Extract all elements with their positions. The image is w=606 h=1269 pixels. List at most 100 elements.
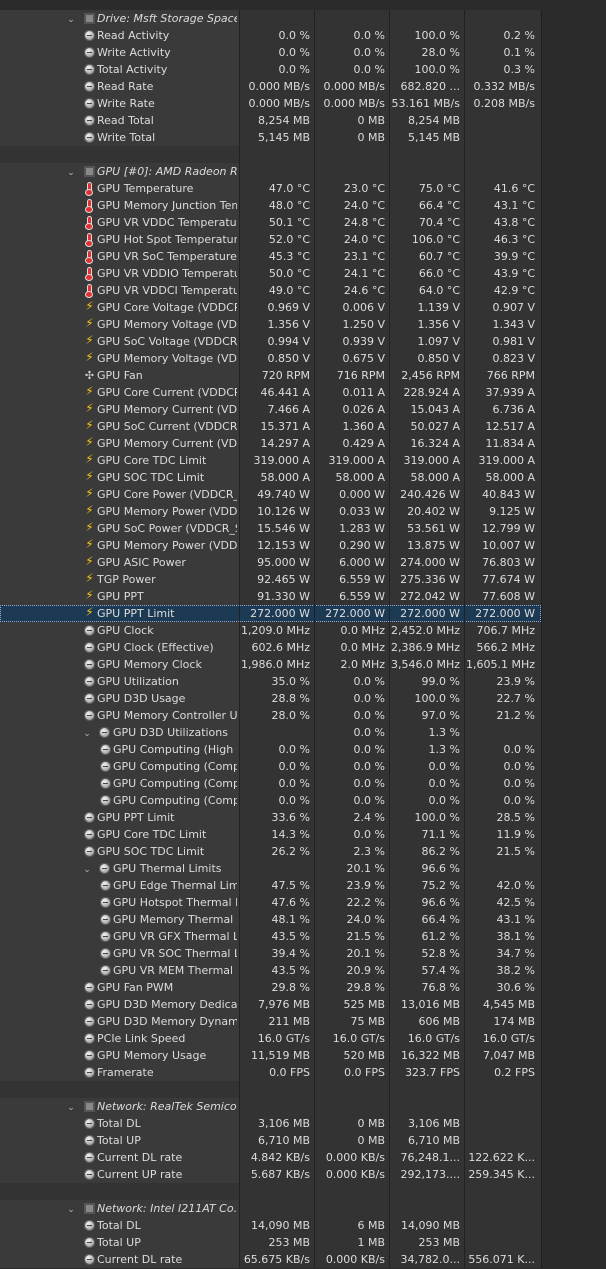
table-row[interactable]: ⚡GPU SoC Voltage (VDDCR_... 0.994 V 0.939 …: [0, 333, 606, 350]
table-row[interactable]: GPU VR SOC Thermal Li... 39.4 % 20.1 % 52.8…: [0, 945, 606, 962]
table-row[interactable]: ⌄ GPU D3D Utilizations 0.0 % 1.3 %: [0, 724, 606, 741]
sensor-value-average: 21.2 %: [496, 709, 535, 722]
table-row[interactable]: GPU VR MEM Thermal Li... 43.5 % 20.9 % 57.4…: [0, 962, 606, 979]
table-row[interactable]: ⚡GPU Memory Current (VDD... 7.466 A 0.026 …: [0, 401, 606, 418]
table-row[interactable]: GPU Hotspot Thermal Li... 47.6 % 22.2 % 96.…: [0, 894, 606, 911]
table-row[interactable]: Write Activity 0.0 % 0.0 % 28.0 % 0.1 %: [0, 44, 606, 61]
table-row[interactable]: Current DL rate 4.842 KB/s 0.000 KB/s 76,24…: [0, 1149, 606, 1166]
table-row[interactable]: GPU D3D Usage 28.8 % 0.0 % 100.0 % 22.7 %: [0, 690, 606, 707]
table-row[interactable]: GPU Memory Thermal Li... 48.1 % 24.0 % 66.4…: [0, 911, 606, 928]
table-row[interactable]: ⚡ GPU SoC Power (VDDCR_S... 15.546 W 1.283 …: [0, 520, 606, 537]
table-row[interactable]: GPU SOC TDC Limit 26.2 % 2.3 % 86.2 % 21.5 %: [0, 843, 606, 860]
table-row[interactable]: ⌄ Network: Intel I211AT Co...: [0, 1200, 606, 1217]
sensor-value-current: 272.000 W: [250, 607, 310, 620]
table-row[interactable]: ⚡ GPU Core Power (VDDCR_... 49.740 W 0.000 …: [0, 486, 606, 503]
sensor-value-minimum: 1.283 W: [339, 522, 385, 535]
table-row[interactable]: ⚡GPU Memory Power (VDDC... 12.153 W 0.290 …: [0, 537, 606, 554]
table-row[interactable]: GPU Edge Thermal Limit 47.5 % 23.9 % 75.2 %…: [0, 877, 606, 894]
collapse-chevron-icon[interactable]: ⌄: [66, 1202, 76, 1215]
table-row[interactable]: [0, 1081, 606, 1098]
table-row[interactable]: Total DL 3,106 MB 0 MB 3,106 MB: [0, 1115, 606, 1132]
table-row[interactable]: ⚡GPU Memory Current (VDD... 14.297 A 0.429…: [0, 435, 606, 452]
table-row[interactable]: ⌄ GPU [#0]: AMD Radeon R...: [0, 163, 606, 180]
table-row[interactable]: GPU Computing (Comp... 0.0 % 0.0 % 0.0 % 0.0…: [0, 758, 606, 775]
sensor-value-average: 0.2 %: [503, 29, 535, 42]
table-row[interactable]: GPU Memory Clock 1,986.0 MHz 2.0 MHz 3,546.…: [0, 656, 606, 673]
sensor-value-maximum: 61.2 %: [421, 930, 460, 943]
table-row[interactable]: GPU Temperature 47.0 °C 23.0 °C 75.0 °C 41.6…: [0, 180, 606, 197]
table-row[interactable]: Write Rate 0.000 MB/s 0.000 MB/s 53.161 MB/…: [0, 95, 606, 112]
table-row[interactable]: ⚡ TGP Power 92.465 W 6.559 W 275.336 W 77.674…: [0, 571, 606, 588]
table-row[interactable]: GPU Clock 1,209.0 MHz 0.0 MHz 2,452.0 MHz 70…: [0, 622, 606, 639]
table-row[interactable]: GPU Computing (Comp... 0.0 % 0.0 % 0.0 % 0.0…: [0, 775, 606, 792]
sensor-value-current: 50.0 °C: [268, 267, 310, 280]
table-row[interactable]: Total UP 6,710 MB 0 MB 6,710 MB: [0, 1132, 606, 1149]
table-row[interactable]: ⚡ GPU SoC Current (VDDCR... 15.371 A 1.360 …: [0, 418, 606, 435]
table-row[interactable]: ⚡GPU Memory Power (VDDIO) 10.126 W 0.033 W…: [0, 503, 606, 520]
table-row[interactable]: Write Total 5,145 MB 0 MB 5,145 MB: [0, 129, 606, 146]
table-row[interactable]: Total Activity 0.0 % 0.0 % 100.0 % 0.3 %: [0, 61, 606, 78]
table-row[interactable]: ⚡ GPU SOC TDC Limit 58.000 A 58.000 A 58.000…: [0, 469, 606, 486]
table-row[interactable]: ⚡ GPU ASIC Power 95.000 W 6.000 W 274.000 W 7…: [0, 554, 606, 571]
table-row[interactable]: ⚡GPU Memory Voltage (VDD... 0.850 V 0.675 …: [0, 350, 606, 367]
sensor-value-average: 42.9 °C: [493, 284, 535, 297]
table-row[interactable]: ⚡ GPU Core TDC Limit 319.000 A 319.000 A 319…: [0, 452, 606, 469]
right-pane: [541, 10, 606, 27]
table-row[interactable]: ⌄ GPU Thermal Limits 20.1 % 96.6 %: [0, 860, 606, 877]
table-row[interactable]: Current DL rate 65.675 KB/s 0.000 KB/s 34,7…: [0, 1251, 606, 1268]
right-pane: [541, 792, 606, 809]
table-row[interactable]: ⚡ GPU Core Voltage (VDDCR... 0.969 V 0.006 …: [0, 299, 606, 316]
table-row[interactable]: Read Total 8,254 MB 0 MB 8,254 MB: [0, 112, 606, 129]
table-row[interactable]: GPU Core TDC Limit 14.3 % 0.0 % 71.1 % 11.9 …: [0, 826, 606, 843]
table-row[interactable]: Read Activity 0.0 % 0.0 % 100.0 % 0.2 %: [0, 27, 606, 44]
table-row[interactable]: ⌄ Network: RealTek Semicon...: [0, 1098, 606, 1115]
table-row[interactable]: ⚡GPU Memory Voltage (VDD... 1.356 V 1.250 …: [0, 316, 606, 333]
table-row[interactable]: ✣ GPU Fan 720 RPM 716 RPM 2,456 RPM 766 RPM: [0, 367, 606, 384]
sensor-name: GPU SoC Voltage (VDDCR_...: [97, 335, 237, 348]
table-row[interactable]: GPU Hot Spot Temperature 52.0 °C 24.0 °C 10…: [0, 231, 606, 248]
table-row[interactable]: Read Rate 0.000 MB/s 0.000 MB/s 682.820 ...…: [0, 78, 606, 95]
table-row[interactable]: ⚡ GPU Core Current (VDDCR... 46.441 A 0.011…: [0, 384, 606, 401]
table-row[interactable]: GPU VR VDDC Temperature 50.1 °C 24.8 °C 70.…: [0, 214, 606, 231]
table-row[interactable]: Total DL 14,090 MB 6 MB 14,090 MB: [0, 1217, 606, 1234]
table-row[interactable]: GPU Clock (Effective) 602.6 MHz 0.0 MHz 2,3…: [0, 639, 606, 656]
table-row[interactable]: GPU Computing (High P... 0.0 % 0.0 % 1.3 % 0…: [0, 741, 606, 758]
collapse-chevron-icon[interactable]: ⌄: [82, 726, 92, 739]
table-row[interactable]: GPU VR SoC Temperature 45.3 °C 23.1 °C 60.7…: [0, 248, 606, 265]
thermometer-icon: [85, 217, 93, 229]
table-row[interactable]: Current UP rate 5.687 KB/s 0.000 KB/s 292,1…: [0, 1166, 606, 1183]
table-row[interactable]: [0, 146, 606, 163]
table-row[interactable]: PCIe Link Speed 16.0 GT/s 16.0 GT/s 16.0 GT…: [0, 1030, 606, 1047]
table-row[interactable]: GPU VR GFX Thermal Limit 43.5 % 21.5 % 61.2…: [0, 928, 606, 945]
collapse-chevron-icon[interactable]: ⌄: [66, 165, 76, 178]
sensor-value-current: 0.0 %: [278, 743, 310, 756]
table-row[interactable]: GPU PPT Limit 33.6 % 2.4 % 100.0 % 28.5 %: [0, 809, 606, 826]
table-row[interactable]: GPU Fan PWM 29.8 % 29.8 % 76.8 % 30.6 %: [0, 979, 606, 996]
table-row[interactable]: GPU Memory Usage 11,519 MB 520 MB 16,322 MB…: [0, 1047, 606, 1064]
table-row[interactable]: GPU VR VDDCI Temperature 49.0 °C 24.6 °C 64…: [0, 282, 606, 299]
collapse-chevron-icon[interactable]: ⌄: [66, 1100, 76, 1113]
right-pane: [541, 588, 606, 605]
sensor-name: PCIe Link Speed: [97, 1032, 186, 1045]
table-row[interactable]: GPU VR VDDIO Temperature 50.0 °C 24.1 °C 66…: [0, 265, 606, 282]
table-row[interactable]: ⚡ GPU PPT 91.330 W 6.559 W 272.042 W 77.608 W: [0, 588, 606, 605]
sensor-value-current: 28.8 %: [271, 692, 310, 705]
sensor-name: Current DL rate: [97, 1151, 183, 1164]
table-row[interactable]: ⌄ Drive: Msft Storage Space...: [0, 10, 606, 27]
right-pane: [541, 860, 606, 877]
table-row[interactable]: GPU D3D Memory Dynamic 211 MB 75 MB 606 MB 1…: [0, 1013, 606, 1030]
table-row[interactable]: Framerate 0.0 FPS 0.0 FPS 323.7 FPS 0.2 FPS: [0, 1064, 606, 1081]
table-row[interactable]: GPU Utilization 35.0 % 0.0 % 99.0 % 23.9 %: [0, 673, 606, 690]
table-row[interactable]: GPU Memory Controller Uti... 28.0 % 0.0 % 9…: [0, 707, 606, 724]
table-row[interactable]: ⚡ GPU PPT Limit 272.000 W 272.000 W 272.000 …: [0, 605, 606, 622]
sensor-value-minimum: 23.0 °C: [343, 182, 385, 195]
table-row[interactable]: GPU Memory Junction Tem... 48.0 °C 24.0 °C…: [0, 197, 606, 214]
table-row[interactable]: GPU D3D Memory Dedicated 7,976 MB 525 MB 13…: [0, 996, 606, 1013]
collapse-chevron-icon[interactable]: ⌄: [82, 862, 92, 875]
sensor-value-maximum: 13,016 MB: [400, 998, 460, 1011]
table-row[interactable]: GPU Computing (Comp... 0.0 % 0.0 % 0.0 % 0.0…: [0, 792, 606, 809]
collapse-chevron-icon[interactable]: ⌄: [66, 12, 76, 25]
table-row[interactable]: [0, 1183, 606, 1200]
table-row[interactable]: Total UP 253 MB 1 MB 253 MB: [0, 1234, 606, 1251]
sensor-value-average: 9.125 W: [489, 505, 535, 518]
